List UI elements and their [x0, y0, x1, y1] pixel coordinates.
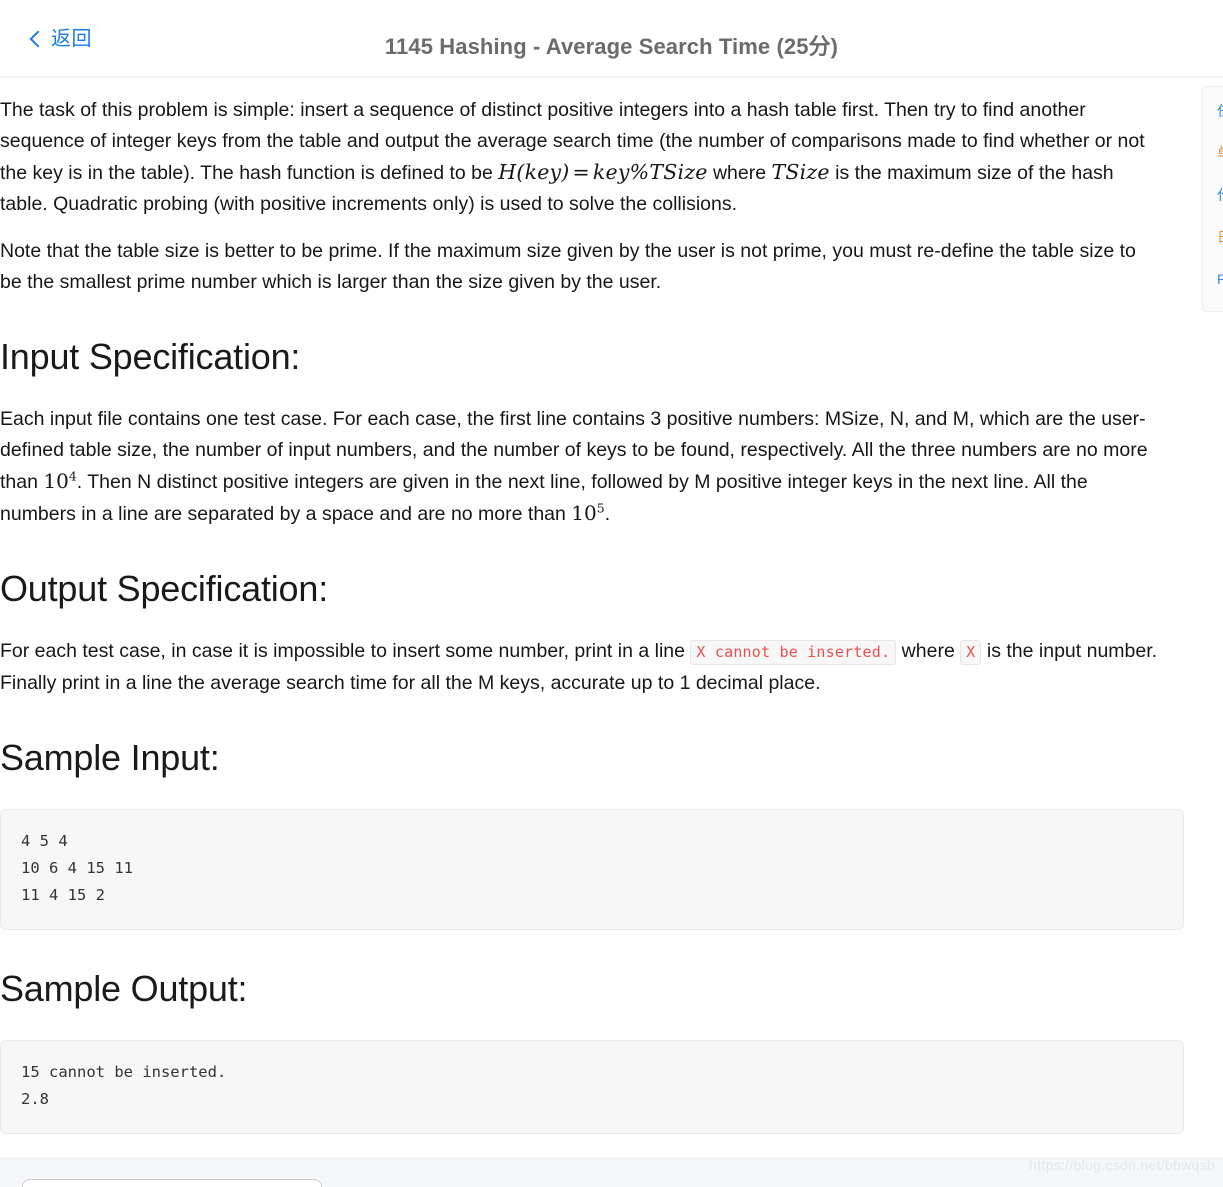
math-power-exponent: 4 [68, 468, 77, 484]
sample-output-code-block: 15 cannot be inserted. 2.8 [0, 1040, 1184, 1134]
side-panel-item-2[interactable]: 代码 [1217, 185, 1223, 205]
paragraph-output-specification: For each test case, in case it is imposs… [0, 620, 1158, 699]
page-title: 1145 Hashing - Average Search Time (25分) [384, 34, 839, 59]
paragraph-description: The task of this problem is simple: inse… [0, 77, 1158, 220]
math-power-10-5: 105 [571, 501, 604, 525]
math-rhs: key%TSize [592, 160, 708, 184]
math-hash-function: H(key) = key%TSize [498, 160, 707, 184]
heading-sample-input: Sample Input: [0, 737, 220, 778]
side-panel: 任务 单词 代码 日志 PAT [1202, 86, 1223, 312]
input-spec-text-c: . [604, 503, 611, 525]
sample-input-code-block: 4 5 4 10 6 4 15 11 11 4 15 2 [0, 809, 1184, 930]
side-panel-item-3[interactable]: 日志 [1217, 227, 1223, 247]
math-power-base: 10 [571, 501, 597, 525]
math-lhs: H(key) [498, 160, 570, 184]
paragraph-note: Note that the table size is better to be… [0, 240, 1136, 293]
math-power-base: 10 [43, 469, 69, 493]
math-tsize: TSize [771, 160, 830, 184]
input-spec-text-b: . Then N distinct positive integers are … [0, 471, 1088, 525]
footer-input[interactable] [22, 1179, 322, 1187]
paragraph-description-text-b: where [707, 162, 772, 184]
heading-input-specification: Input Specification: [0, 336, 301, 377]
heading-output-specification: Output Specification: [0, 568, 328, 609]
page-header: 返回 1145 Hashing - Average Search Time (2… [0, 0, 1223, 77]
side-panel-item-1[interactable]: 单词 [1217, 143, 1223, 163]
side-panel-item-4[interactable]: PAT [1217, 269, 1223, 289]
problem-content: The task of this problem is simple: inse… [0, 77, 1223, 1134]
inline-code-x: X [960, 640, 982, 665]
inline-code-cannot-be-inserted: X cannot be inserted. [690, 640, 897, 665]
math-equals: = [572, 160, 590, 184]
output-spec-text-b: where [896, 640, 961, 662]
watermark: https://blog.csdn.net/bbwqsb [1029, 1157, 1215, 1173]
paragraph-input-specification: Each input file contains one test case. … [0, 388, 1158, 530]
side-panel-item-0[interactable]: 任务 [1217, 101, 1223, 121]
math-power-exponent: 5 [596, 500, 605, 516]
problem-description: The task of this problem is simple: inse… [0, 77, 1192, 1134]
output-spec-text-a: For each test case, in case it is imposs… [0, 640, 691, 662]
heading-sample-output: Sample Output: [0, 968, 248, 1009]
math-power-10-4: 104 [43, 469, 76, 493]
